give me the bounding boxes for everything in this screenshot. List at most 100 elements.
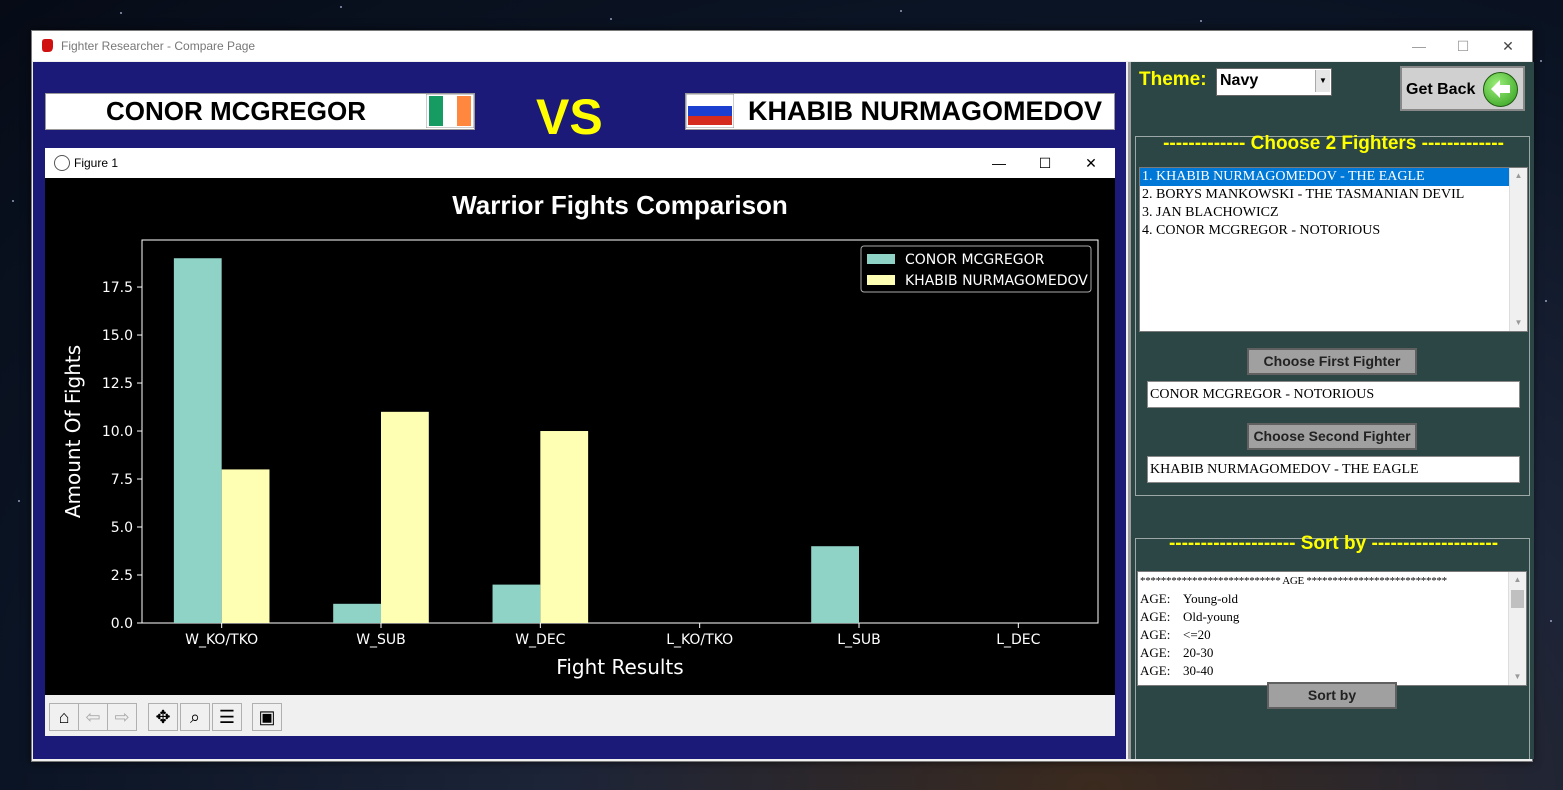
choose-fighters-frame: ------------- Choose 2 Fighters --------… [1135, 133, 1530, 496]
sort-value: Old-young [1183, 609, 1240, 624]
back-arrow-icon [1483, 72, 1518, 107]
y-tick-label: 7.5 [111, 472, 133, 488]
sort-value: Young-old [1183, 591, 1239, 606]
bar-chart: Warrior Fights Comparison 0.0 2.5 5.0 7.5 10.… [61, 190, 1099, 679]
list-item[interactable]: AGE: Young-old [1138, 590, 1526, 608]
zoom-icon[interactable]: ⌕ [180, 703, 210, 731]
figure-maximize-button[interactable]: ☐ [1022, 148, 1068, 178]
scroll-up-icon[interactable]: ▲ [1509, 572, 1526, 588]
bar-left [173, 258, 222, 623]
scroll-up-icon[interactable]: ▲ [1510, 168, 1527, 184]
sort-value: 30-40 [1183, 663, 1214, 678]
window-title: Fighter Researcher - Compare Page [61, 39, 256, 53]
chart-title: Warrior Fights Comparison [452, 190, 788, 220]
second-fighter-field[interactable]: KHABIB NURMAGOMEDOV - THE EAGLE [1147, 456, 1520, 483]
matplotlib-icon [54, 155, 70, 171]
list-item[interactable]: 4. CONOR MCGREGOR - NOTORIOUS [1140, 222, 1527, 240]
sort-key: AGE: [1140, 609, 1171, 624]
russia-flag-icon [686, 94, 734, 128]
y-tick-label: 17.5 [102, 280, 133, 296]
minimize-button[interactable]: — [1396, 31, 1442, 61]
ireland-flag-icon [426, 94, 474, 128]
figure-title-bar[interactable]: Figure 1 — ☐ ✕ [45, 148, 1115, 178]
bar-right [540, 431, 589, 623]
fist-icon [42, 39, 53, 52]
choose-first-button[interactable]: Choose First Fighter [1247, 348, 1417, 375]
y-tick-label: 2.5 [111, 568, 133, 584]
x-tick-label: L_SUB [837, 632, 881, 648]
x-tick-label: W_KO/TKO [185, 632, 258, 648]
list-item[interactable]: AGE: 20-30 [1138, 644, 1526, 662]
list-item[interactable]: AGE: Old-young [1138, 608, 1526, 626]
forward-icon[interactable]: ⇨ [107, 703, 137, 731]
fighters-listbox[interactable]: 1. KHABIB NURMAGOMEDOV - THE EAGLE 2. BO… [1139, 167, 1528, 332]
plot-area[interactable]: Warrior Fights Comparison 0.0 2.5 5.0 7.5 10.… [45, 178, 1115, 695]
configure-icon[interactable]: ☰ [212, 703, 242, 731]
first-fighter-field[interactable]: CONOR MCGREGOR - NOTORIOUS [1147, 381, 1520, 408]
bar-right [221, 469, 270, 623]
figure-toolbar: ⌂ ⇦ ⇨ ✥ ⌕ ☰ ▣ [45, 695, 1115, 736]
figure-close-button[interactable]: ✕ [1068, 148, 1114, 178]
scroll-down-icon[interactable]: ▼ [1510, 315, 1527, 331]
fighter-right-box: KHABIB NURMAGOMEDOV [685, 93, 1115, 130]
x-tick-label: L_KO/TKO [666, 632, 733, 648]
choose-title: ------------- Choose 2 Fighters --------… [1163, 133, 1504, 154]
sort-key: AGE: [1140, 663, 1171, 678]
sort-value: 20-30 [1183, 645, 1214, 660]
x-tick-label: L_DEC [996, 632, 1040, 648]
scroll-thumb[interactable] [1511, 590, 1524, 608]
sort-button[interactable]: Sort by [1267, 682, 1397, 709]
save-icon[interactable]: ▣ [252, 703, 282, 731]
list-item[interactable]: 1. KHABIB NURMAGOMEDOV - THE EAGLE [1140, 168, 1511, 186]
axes-frame [141, 239, 1099, 624]
y-tick-label: 5.0 [111, 520, 133, 536]
bar-right [381, 411, 429, 623]
sort-listbox[interactable]: *************************** AGE ********… [1137, 571, 1527, 686]
list-item[interactable]: AGE: <=20 [1138, 626, 1526, 644]
bar-left [811, 546, 859, 623]
figure-window: Figure 1 — ☐ ✕ Warrior Fights Comparison… [45, 148, 1115, 736]
list-item[interactable]: AGE: 30-40 [1138, 662, 1526, 680]
sort-scrollbar[interactable]: ▲ ▼ [1508, 572, 1526, 685]
sort-value: <=20 [1183, 627, 1211, 642]
legend-label: CONOR MCGREGOR [905, 252, 1045, 268]
sort-frame: -------------------- Sort by -----------… [1135, 533, 1530, 759]
theme-value: Navy [1220, 72, 1259, 89]
theme-select[interactable]: Navy ▼ [1216, 68, 1332, 96]
vs-label: VS [536, 89, 603, 145]
legend-label: KHABIB NURMAGOMEDOV [905, 273, 1088, 289]
y-tick-label: 0.0 [111, 616, 133, 632]
title-bar[interactable]: Fighter Researcher - Compare Page — ☐ ✕ [32, 31, 1532, 61]
fighter-left-box: CONOR MCGREGOR [45, 93, 475, 130]
sort-key: AGE: [1140, 627, 1171, 642]
fighters-scrollbar[interactable]: ▲ ▼ [1509, 168, 1527, 331]
close-button[interactable]: ✕ [1485, 31, 1531, 61]
fighter-left-name: CONOR MCGREGOR [106, 96, 366, 126]
chevron-down-icon[interactable]: ▼ [1315, 70, 1330, 92]
y-tick-label: 12.5 [102, 376, 133, 392]
compare-panel: CONOR MCGREGOR VS KHABIB NURMAGOMEDOV Fi [33, 62, 1126, 759]
y-axis-label: Amount Of Fights [61, 345, 85, 518]
list-item[interactable]: 3. JAN BLACHOWICZ [1140, 204, 1527, 222]
sort-header[interactable]: *************************** AGE ********… [1138, 572, 1526, 590]
bar-left [333, 603, 381, 623]
pan-icon[interactable]: ✥ [148, 703, 178, 731]
legend-swatch [867, 275, 895, 285]
y-tick-label: 10.0 [102, 424, 133, 440]
legend-swatch [867, 254, 895, 264]
sort-title: -------------------- Sort by -----------… [1168, 533, 1499, 554]
get-back-label: Get Back [1406, 81, 1476, 98]
home-icon[interactable]: ⌂ [49, 703, 79, 731]
list-item[interactable]: 2. BORYS MANKOWSKI - THE TASMANIAN DEVIL [1140, 186, 1527, 204]
get-back-button[interactable]: Get Back [1400, 66, 1525, 111]
figure-title: Figure 1 [74, 156, 119, 170]
x-tick-label: W_DEC [515, 632, 565, 648]
figure-minimize-button[interactable]: — [976, 148, 1022, 178]
main-window: Fighter Researcher - Compare Page — ☐ ✕ … [31, 30, 1534, 762]
sort-key: AGE: [1140, 591, 1171, 606]
scroll-down-icon[interactable]: ▼ [1509, 669, 1526, 685]
back-icon[interactable]: ⇦ [78, 703, 108, 731]
choose-second-button[interactable]: Choose Second Fighter [1247, 423, 1417, 450]
sort-key: AGE: [1140, 645, 1171, 660]
maximize-button[interactable]: ☐ [1440, 31, 1486, 61]
